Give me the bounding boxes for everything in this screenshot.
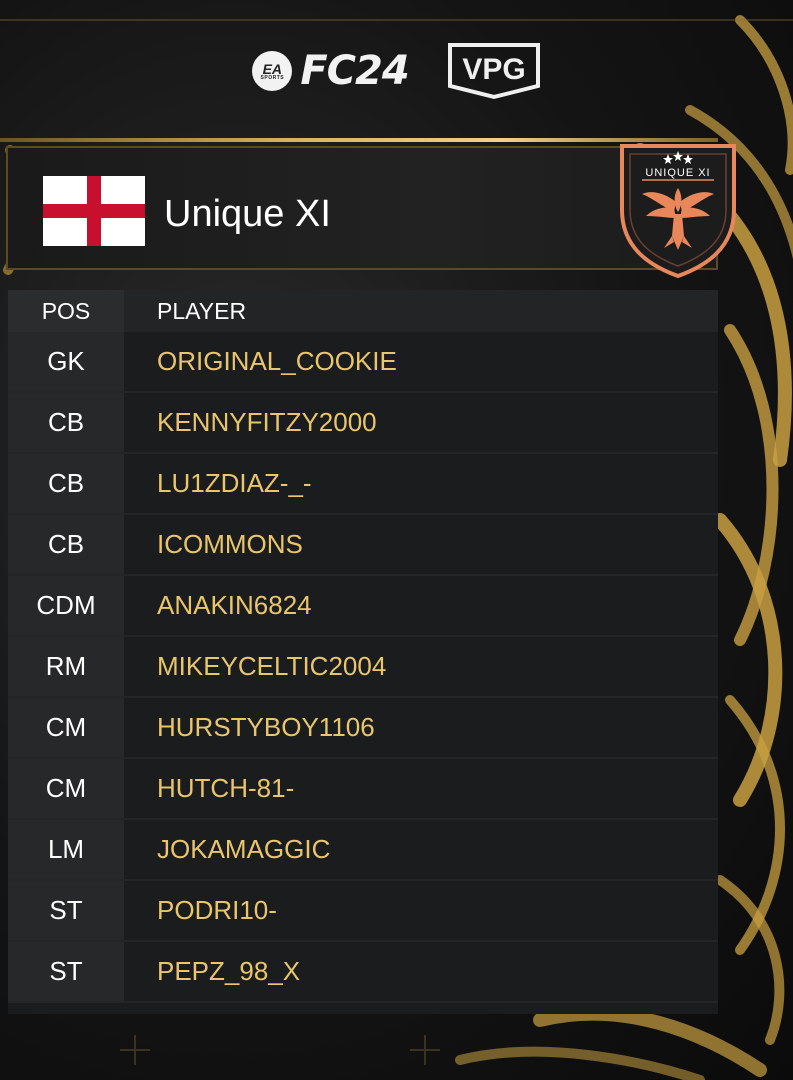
player-cell: JOKAMAGGIC: [124, 820, 718, 879]
roster-header-row: POS PLAYER: [8, 290, 718, 332]
position-cell: CM: [8, 759, 124, 818]
player-cell: KENNYFITZY2000: [124, 393, 718, 452]
table-row: CDM ANAKIN6824: [8, 576, 718, 637]
table-row: GK ORIGINAL_COOKIE: [8, 332, 718, 393]
table-row: CM HURSTYBOY1106: [8, 698, 718, 759]
table-row: CB LU1ZDIAZ-_-: [8, 454, 718, 515]
player-cell: ANAKIN6824: [124, 576, 718, 635]
table-row: CB KENNYFITZY2000: [8, 393, 718, 454]
position-cell: ST: [8, 942, 124, 1001]
position-cell: RM: [8, 637, 124, 696]
position-cell: CDM: [8, 576, 124, 635]
position-cell: CB: [8, 393, 124, 452]
vpg-logo: VPG: [447, 42, 541, 100]
ea-sub-text: SPORTS: [260, 74, 285, 81]
position-cell: LM: [8, 820, 124, 879]
position-cell: CB: [8, 515, 124, 574]
pos-column-header: POS: [8, 290, 124, 332]
player-cell: HURSTYBOY1106: [124, 698, 718, 757]
position-cell: GK: [8, 332, 124, 391]
england-flag-icon: [43, 176, 145, 246]
vpg-text: VPG: [462, 53, 525, 86]
player-cell: ICOMMONS: [124, 515, 718, 574]
player-column-header: PLAYER: [124, 290, 718, 332]
crest-text: UNIQUE XI: [645, 167, 710, 179]
ea-sports-logo: EA SPORTS: [252, 51, 293, 91]
table-row: LM JOKAMAGGIC: [8, 820, 718, 881]
table-row: RM MIKEYCELTIC2004: [8, 637, 718, 698]
player-cell: PODRI10-: [124, 881, 718, 940]
team-crest-logo: UNIQUE XI: [618, 140, 738, 279]
player-cell: LU1ZDIAZ-_-: [124, 454, 718, 513]
player-cell: MIKEYCELTIC2004: [124, 637, 718, 696]
ea-text: EA: [262, 60, 283, 77]
player-cell: PEPZ_98_X: [124, 942, 718, 1001]
team-header: Unique XI: [6, 146, 718, 270]
gold-divider: [0, 138, 718, 142]
position-cell: ST: [8, 881, 124, 940]
player-cell: HUTCH-81-: [124, 759, 718, 818]
brand-logos: EA SPORTS FC24 VPG: [0, 40, 793, 102]
fc24-text: FC24: [300, 48, 409, 94]
roster-table: POS PLAYER GK ORIGINAL_COOKIE CB KENNYFI…: [8, 290, 718, 1014]
table-row: ST PODRI10-: [8, 881, 718, 942]
player-cell: ORIGINAL_COOKIE: [124, 332, 718, 391]
table-row: CM HUTCH-81-: [8, 759, 718, 820]
team-name: Unique XI: [164, 193, 331, 235]
fc24-logo: EA SPORTS FC24: [252, 48, 410, 94]
position-cell: CM: [8, 698, 124, 757]
table-row: ST PEPZ_98_X: [8, 942, 718, 1003]
table-row: CB ICOMMONS: [8, 515, 718, 576]
position-cell: CB: [8, 454, 124, 513]
